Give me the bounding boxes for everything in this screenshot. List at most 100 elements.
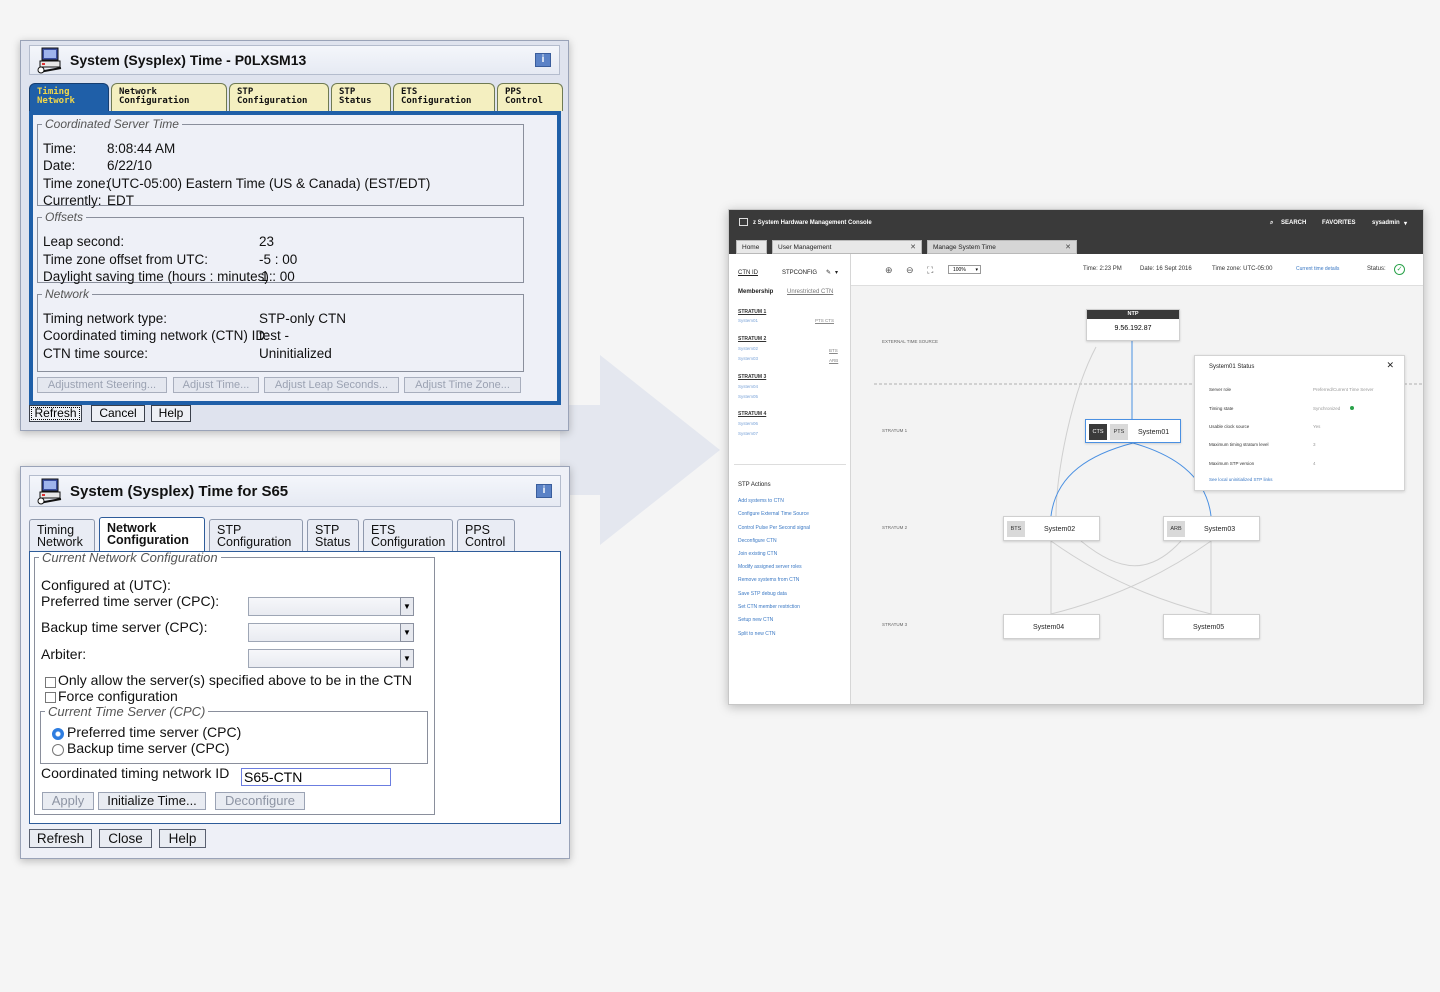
info-icon[interactable]: i: [535, 53, 551, 67]
node-system05[interactable]: System05: [1163, 614, 1260, 639]
preferred-time-server-radio[interactable]: [52, 728, 64, 740]
only-allow-checkbox[interactable]: [45, 677, 56, 688]
node-name: System04: [1033, 624, 1065, 631]
status-key: Usable clock source: [1209, 424, 1250, 429]
chevron-down-icon[interactable]: ▾: [835, 269, 838, 276]
deconfigure-button[interactable]: Deconfigure: [215, 792, 305, 810]
tab-home[interactable]: Home: [736, 240, 767, 254]
sidebar-system05[interactable]: System05: [738, 394, 758, 399]
node-name: System05: [1193, 624, 1225, 631]
stratum-4-label: STRATUM 4: [738, 411, 767, 417]
tab-pps-control[interactable]: PPS Control: [497, 83, 563, 111]
favorites-link[interactable]: FAVORITES: [1322, 220, 1356, 226]
tab-network-configuration[interactable]: Network Configuration: [99, 517, 205, 551]
sidebar-system03[interactable]: System03: [738, 356, 758, 361]
currently-value: EDT: [107, 193, 134, 208]
tab-user-management[interactable]: User Management ✕: [772, 240, 922, 254]
node-system03[interactable]: ARB System03: [1163, 516, 1260, 541]
user-menu[interactable]: sysadmin: [1372, 220, 1400, 226]
search-link[interactable]: SEARCH: [1281, 220, 1306, 226]
topology-canvas: ⊕ ⊖ ⛶ 100% ▾ Time: 2:23 PM Date: 16 Sept …: [851, 254, 1423, 704]
backup-time-server-radio[interactable]: [52, 744, 64, 756]
tab-stp-configuration[interactable]: STP Configuration: [209, 519, 303, 551]
sidebar-system07[interactable]: System07: [738, 431, 758, 436]
tab-ets-configuration[interactable]: ETS Configuration: [393, 83, 495, 111]
ctn-id-label: CTN ID: [738, 270, 758, 276]
diagram-stratum-2-label: STRATUM 2: [882, 525, 908, 530]
chevron-down-icon: ▼: [400, 649, 414, 668]
tab-network-configuration[interactable]: Network Configuration: [111, 83, 227, 111]
tab-pps-control[interactable]: PPS Control: [457, 519, 515, 551]
action-control-pps[interactable]: Control Pulse Per Second signal: [738, 525, 810, 531]
ntp-node[interactable]: NTP 9.56.192.87: [1086, 309, 1180, 341]
search-icon[interactable]: ⌕: [1270, 220, 1273, 227]
action-deconfigure-ctn[interactable]: Deconfigure CTN: [738, 538, 777, 544]
arbiter-select[interactable]: ▼: [248, 649, 414, 668]
chevron-down-icon[interactable]: ▾: [1404, 220, 1407, 227]
time-value: 8:08:44 AM: [107, 141, 176, 156]
tab-label: Home: [742, 244, 760, 251]
ctn-source-value: Uninitialized: [259, 346, 332, 361]
time-label: Time:: [43, 141, 77, 156]
ctn-id-input[interactable]: S65-CTN: [241, 768, 391, 786]
force-config-checkbox[interactable]: [45, 692, 56, 703]
help-button[interactable]: Help: [159, 829, 206, 848]
adjust-time-zone-button[interactable]: Adjust Time Zone...: [404, 377, 521, 393]
sidebar-system02[interactable]: System02: [738, 346, 758, 351]
close-button[interactable]: Close: [99, 829, 152, 848]
node-system02[interactable]: BTS System02: [1003, 516, 1100, 541]
status-panel-title: System01 Status: [1209, 364, 1255, 370]
refresh-button[interactable]: Refresh: [29, 829, 92, 848]
app-grid-icon[interactable]: [739, 218, 748, 226]
close-icon[interactable]: ✕: [1386, 360, 1394, 371]
sidebar-system06[interactable]: System06: [738, 421, 758, 426]
leap-second-label: Leap second:: [43, 234, 125, 249]
tab-manage-system-time[interactable]: Manage System Time ✕: [927, 240, 1077, 254]
action-join-ctn[interactable]: Join existing CTN: [738, 551, 777, 557]
sidebar-system04[interactable]: System04: [738, 384, 758, 389]
action-save-debug[interactable]: Save STP debug data: [738, 591, 787, 597]
node-system01[interactable]: CTS PTS System01: [1085, 419, 1181, 443]
backup-server-select[interactable]: ▼: [248, 623, 414, 642]
action-configure-ets[interactable]: Configure External Time Source: [738, 511, 809, 517]
action-remove-systems[interactable]: Remove systems from CTN: [738, 577, 799, 583]
node-system04[interactable]: System04: [1003, 614, 1100, 639]
action-split-ctn[interactable]: Split to new CTN: [738, 631, 776, 637]
tab-ets-configuration[interactable]: ETS Configuration: [363, 519, 453, 551]
tab-stp-configuration[interactable]: STP Configuration: [229, 83, 329, 111]
tab-bar: Timing Network Network Configuration STP…: [29, 517, 519, 551]
close-icon[interactable]: ✕: [1065, 243, 1071, 251]
preferred-time-server-radio-label: Preferred time server (CPC): [67, 724, 242, 740]
uninitialized-links-link[interactable]: See local uninitialized STP links: [1209, 477, 1272, 482]
tab-label: Configuration: [401, 96, 472, 106]
adjust-leap-seconds-button[interactable]: Adjust Leap Seconds...: [264, 377, 399, 393]
sidebar-system01[interactable]: System01: [738, 318, 758, 323]
action-set-restriction[interactable]: Set CTN member restriction: [738, 604, 800, 610]
tab-stp-status[interactable]: STP Status: [307, 519, 359, 551]
adjust-time-button[interactable]: Adjust Time...: [173, 377, 259, 393]
preferred-server-select[interactable]: ▼: [248, 597, 414, 616]
action-setup-ctn[interactable]: Setup new CTN: [738, 617, 773, 623]
action-add-systems[interactable]: Add systems to CTN: [738, 498, 784, 504]
adjustment-steering-button[interactable]: Adjustment Steering...: [37, 377, 167, 393]
tab-timing-network[interactable]: Timing Network: [29, 519, 95, 551]
group-legend: Network: [45, 287, 90, 301]
dst-value: 1 : 00: [261, 269, 295, 284]
transition-arrow: [560, 355, 720, 545]
initialize-time-button[interactable]: Initialize Time...: [98, 792, 206, 810]
tab-timing-network[interactable]: Timing Network: [29, 83, 109, 111]
edit-icon[interactable]: ✎: [826, 269, 831, 276]
membership-value[interactable]: Unrestricted CTN: [787, 289, 833, 295]
action-modify-roles[interactable]: Modify assigned server roles: [738, 564, 802, 570]
info-icon[interactable]: i: [536, 484, 552, 498]
refresh-button[interactable]: Refresh: [29, 405, 82, 422]
stratum-2-roles: BTS ARB: [829, 348, 839, 363]
cancel-button[interactable]: Cancel: [91, 405, 145, 422]
close-icon[interactable]: ✕: [910, 243, 916, 251]
tab-stp-status[interactable]: STP Status: [331, 83, 391, 111]
tab-label: Configuration: [237, 96, 308, 106]
help-button[interactable]: Help: [151, 405, 191, 422]
apply-button[interactable]: Apply: [42, 792, 94, 810]
ctn-id-label: Coordinated timing network ID: [41, 765, 230, 781]
arb-tag: ARB: [1167, 521, 1185, 537]
